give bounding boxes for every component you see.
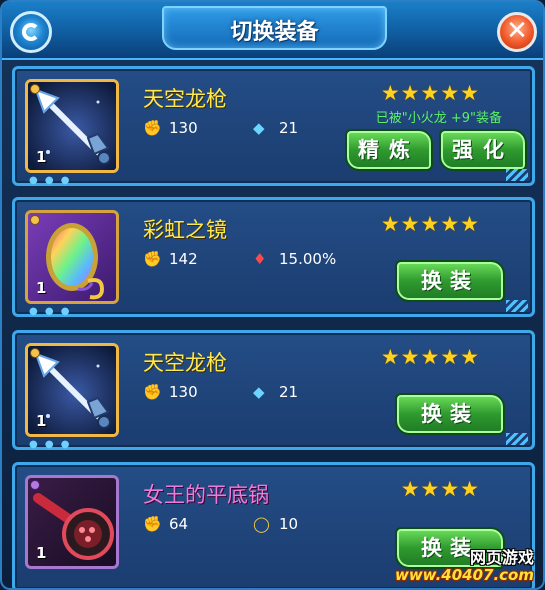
water-drop-gem-icon: ◆ [253, 383, 265, 401]
item-quantity: 1 [36, 412, 47, 430]
equip-button[interactable]: 换装 [395, 260, 505, 302]
watermark-url: www.40407.com [394, 566, 534, 584]
enhance-button[interactable]: 强化 [439, 129, 527, 171]
close-x-icon: ✕ [506, 16, 528, 46]
item-name: 女王的平底锅 [143, 483, 269, 507]
site-watermark: 网页游戏 www.40407.com [395, 540, 542, 588]
card-decoration: ● ● ● [29, 439, 72, 450]
item-icon-mirror: 1 [25, 210, 119, 304]
equip-button[interactable]: 换装 [395, 393, 505, 435]
stat-attack: ✊ 130 [143, 383, 198, 401]
card-decoration: ● ● ● [29, 175, 72, 186]
refine-button[interactable]: 精炼 [345, 129, 433, 171]
card-corner-decoration [506, 433, 528, 445]
stat-secondary: ◯ 10 [253, 515, 299, 533]
panel-title: 切换装备 [230, 20, 319, 45]
item-icon-pan: 1 [25, 475, 119, 569]
attack-hand-icon: ✊ [143, 383, 162, 401]
item-quantity: 1 [36, 279, 47, 297]
item-name: 天空龙枪 [143, 87, 227, 111]
equipment-card[interactable]: 1 天空龙枪 ✊ 130 ◆ 21 ★★★★★ 已被"小火龙 +9"装备 精炼 强化… [12, 66, 535, 186]
attack-hand-icon: ✊ [143, 515, 162, 533]
item-quantity: 1 [36, 148, 47, 166]
equipment-card[interactable]: 1 天空龙枪 ✊ 130 ◆ 21 ★★★★★ 换装 ● ● ● [12, 330, 535, 450]
item-stars: ★★★★★ [380, 345, 480, 369]
item-stars: ★★★★★ [380, 212, 480, 236]
water-drop-gem-icon: ◆ [253, 119, 265, 137]
item-name: 天空龙枪 [143, 351, 227, 375]
spiral-logo-icon[interactable] [10, 11, 52, 53]
stat-attack: ✊ 130 [143, 119, 198, 137]
stat-secondary: ◆ 21 [253, 119, 299, 137]
card-decoration: ● ● ● [29, 306, 72, 317]
watermark-title: 网页游戏 [469, 548, 534, 567]
item-name: 彩虹之镜 [143, 218, 227, 242]
equipment-switch-panel: 切换装备 ✕ 1 天空龙枪 ✊ 130 ◆ 21 ★★★★★ 已被"小火龙 +9… [0, 0, 545, 590]
ring-icon: ◯ [253, 515, 270, 533]
equipment-card[interactable]: 1 彩虹之镜 ✊ 142 ♦ 15.00% ★★★★★ 换装 ● ● ● [12, 197, 535, 317]
attack-hand-icon: ✊ [143, 250, 162, 268]
blood-drop-icon: ♦ [253, 250, 267, 268]
attack-hand-icon: ✊ [143, 119, 162, 137]
item-stars: ★★★★★ [380, 81, 480, 105]
stat-secondary: ◆ 21 [253, 383, 299, 401]
card-corner-decoration [506, 300, 528, 312]
stat-attack: ✊ 142 [143, 250, 198, 268]
stat-attack: ✊ 64 [143, 515, 189, 533]
item-stars: ★★★★ [400, 477, 480, 501]
item-quantity: 1 [36, 544, 47, 562]
close-button[interactable]: ✕ [497, 12, 537, 52]
item-icon-spear: 1 [25, 343, 119, 437]
card-corner-decoration [506, 169, 528, 181]
stat-secondary: ♦ 15.00% [253, 250, 337, 268]
equipped-status: 已被"小火龙 +9"装备 [375, 111, 502, 126]
item-icon-spear: 1 [25, 79, 119, 173]
